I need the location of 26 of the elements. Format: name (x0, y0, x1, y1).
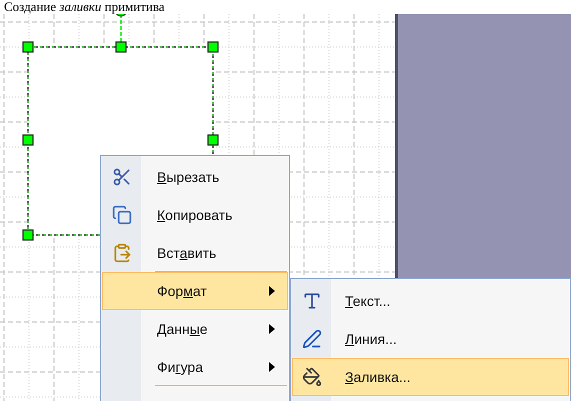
submenu-arrow-icon (269, 286, 275, 296)
scissors-icon (112, 167, 132, 187)
resize-handle[interactable] (22, 134, 34, 146)
menu-item[interactable]: Копировать (102, 196, 288, 234)
resize-handle[interactable] (22, 41, 34, 53)
menu-item[interactable]: Заливка... (292, 358, 569, 396)
copy-icon (112, 205, 132, 225)
resize-handle[interactable] (207, 134, 219, 146)
rotation-handle[interactable] (114, 14, 128, 16)
menu-item[interactable]: Текст... (292, 282, 569, 320)
paint-bucket-icon (302, 367, 322, 387)
menu-item[interactable]: Вставить (102, 234, 288, 272)
menu-item[interactable]: Данные (102, 310, 288, 348)
resize-handle[interactable] (207, 41, 219, 53)
resize-handle[interactable] (115, 41, 127, 53)
caption: Создание заливки примитива (4, 0, 165, 14)
letter-icon (302, 291, 322, 311)
resize-handle[interactable] (22, 229, 34, 241)
pen-icon (302, 329, 322, 349)
menu-item[interactable]: Вырезать (102, 158, 288, 196)
submenu-arrow-icon (269, 324, 275, 334)
menu-item[interactable]: Линия... (292, 320, 569, 358)
menu-item[interactable]: Фигура (102, 348, 288, 386)
menu-item[interactable]: Формат (102, 272, 288, 310)
clipboard-icon (112, 243, 132, 263)
submenu-arrow-icon (269, 362, 275, 372)
